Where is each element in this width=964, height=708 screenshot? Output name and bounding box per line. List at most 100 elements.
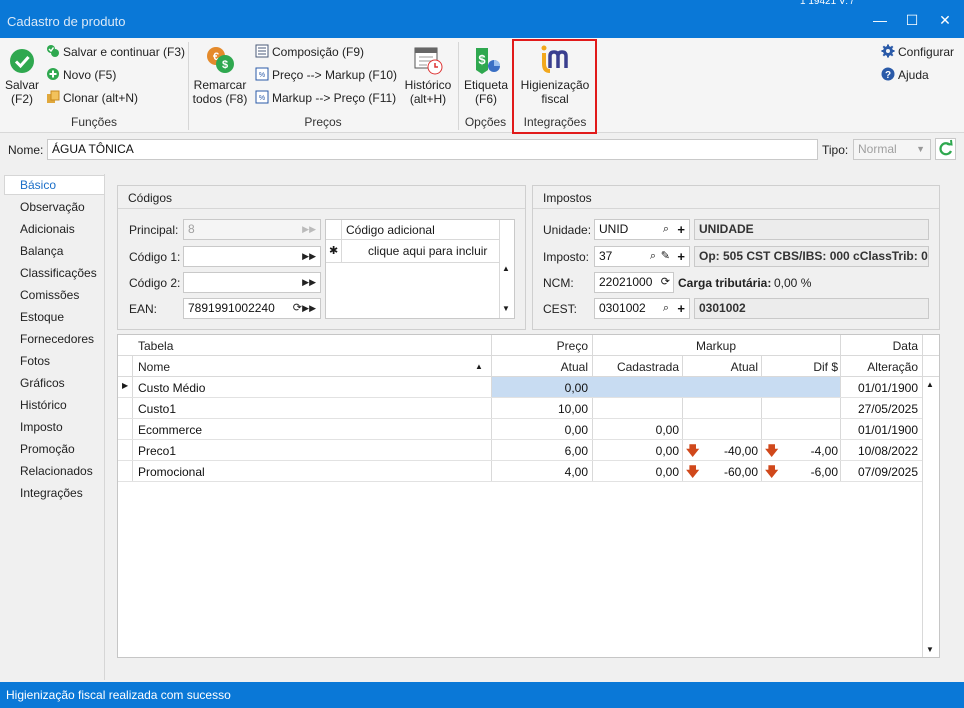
sidebar-item-relacionados[interactable]: Relacionados bbox=[20, 464, 93, 478]
cell-nome: Custo1 bbox=[138, 402, 177, 416]
codigo2-field[interactable]: ▶▶ bbox=[183, 272, 321, 293]
clone-button[interactable]: Clonar (alt+N) bbox=[46, 88, 138, 108]
table-row[interactable]: ▶ Custo Médio 0,00 01/01/1900 bbox=[118, 377, 922, 398]
imposto-description: Op: 505 CST CBS/IBS: 000 cClassTrib: 000… bbox=[694, 246, 929, 267]
column-atual[interactable]: Atual bbox=[492, 360, 588, 374]
carga-tributaria-value: 0,00 % bbox=[774, 276, 812, 290]
impostos-title: Impostos bbox=[543, 191, 592, 205]
ncm-value: 22021000 bbox=[599, 275, 653, 289]
unidade-description: UNIDADE bbox=[694, 219, 929, 240]
codigo-adicional-header: Código adicional bbox=[346, 223, 435, 237]
save-button[interactable]: Salvar (F2) bbox=[4, 48, 40, 106]
cell-dif: -6,00 bbox=[810, 465, 838, 479]
svg-text:?: ? bbox=[885, 70, 891, 81]
principal-value: 8 bbox=[188, 222, 195, 236]
unidade-field[interactable]: UNID ⌕ + bbox=[594, 219, 690, 240]
close-button[interactable]: ✕ bbox=[930, 10, 960, 30]
forward-icon[interactable]: ▶▶ bbox=[302, 273, 316, 292]
tipo-select[interactable]: Normal ▼ bbox=[853, 139, 931, 160]
column-nome[interactable]: Nome bbox=[138, 360, 170, 374]
plus-icon[interactable]: + bbox=[677, 220, 685, 239]
plus-icon[interactable]: + bbox=[677, 247, 685, 266]
panel-divider bbox=[533, 208, 939, 209]
column-dif[interactable]: Dif $ bbox=[763, 360, 838, 374]
refresh-icon[interactable]: ⟳ bbox=[661, 273, 670, 292]
table-row[interactable]: Custo1 10,00 27/05/2025 bbox=[118, 398, 922, 419]
forward-icon[interactable]: ▶▶ bbox=[302, 299, 316, 318]
table-row[interactable]: Ecommerce 0,00 0,00 01/01/1900 bbox=[118, 419, 922, 440]
ncm-field[interactable]: 22021000 ⟳ bbox=[594, 272, 674, 293]
new-button[interactable]: Novo (F5) bbox=[46, 65, 116, 85]
sidebar-item-fornecedores[interactable]: Fornecedores bbox=[20, 332, 94, 346]
sidebar-item-estoque[interactable]: Estoque bbox=[20, 310, 64, 324]
name-label: Nome: bbox=[8, 143, 44, 157]
minimize-button[interactable]: — bbox=[865, 10, 895, 30]
sidebar-item-classificacoes[interactable]: Classificações bbox=[20, 266, 97, 280]
sidebar-item-fotos[interactable]: Fotos bbox=[20, 354, 50, 368]
configurar-button[interactable]: Configurar bbox=[881, 42, 954, 62]
preco-markup-button[interactable]: % Preço --> Markup (F10) bbox=[255, 65, 397, 85]
sidebar-item-adicionais[interactable]: Adicionais bbox=[20, 222, 75, 236]
new-row-star-icon: ✱ bbox=[329, 245, 339, 257]
grid-divider bbox=[341, 220, 342, 262]
sidebar-item-historico[interactable]: Histórico bbox=[20, 398, 67, 412]
new-row-hint[interactable]: clique aqui para incluir bbox=[368, 244, 487, 258]
clone-label: Clonar (alt+N) bbox=[63, 91, 139, 105]
sort-asc-icon: ▲ bbox=[475, 362, 483, 371]
table-row[interactable]: Promocional 4,00 0,00 🡇 -60,00 🡇 -6,00 0… bbox=[118, 461, 922, 482]
composicao-button[interactable]: Composição (F9) bbox=[255, 42, 364, 62]
name-field[interactable]: ÁGUA TÔNICA bbox=[47, 139, 818, 160]
save-continue-button[interactable]: Salvar e continuar (F3) bbox=[46, 42, 185, 62]
sidebar-item-basico[interactable]: Básico bbox=[20, 178, 56, 192]
window-titlebar: Cadastro de produto 1 19421 V: / — ☐ ✕ bbox=[0, 0, 964, 38]
table-row[interactable]: Preco1 6,00 0,00 🡇 -40,00 🡇 -4,00 10/08/… bbox=[118, 440, 922, 461]
etiqueta-button[interactable]: $ Etiqueta (F6) bbox=[461, 44, 511, 106]
imposto-field[interactable]: 37 ⌕ ✎ + bbox=[594, 246, 690, 267]
plus-icon[interactable]: + bbox=[677, 299, 685, 318]
historico-button[interactable]: Histórico (alt+H) bbox=[402, 44, 454, 106]
svg-text:$: $ bbox=[478, 52, 486, 67]
search-icon[interactable]: ⌕ bbox=[663, 220, 669, 239]
ean-field[interactable]: 7891991002240 ⟳ ▶▶ bbox=[183, 298, 321, 319]
search-icon[interactable]: ⌕ bbox=[663, 299, 669, 318]
group-precos-label: Preços bbox=[304, 115, 342, 129]
scroll-down-icon[interactable]: ▼ bbox=[502, 304, 510, 313]
principal-label: Principal: bbox=[129, 223, 179, 237]
codigo1-field[interactable]: ▶▶ bbox=[183, 246, 321, 267]
cest-field[interactable]: 0301002 ⌕ + bbox=[594, 298, 690, 319]
ajuda-button[interactable]: ? Ajuda bbox=[881, 65, 929, 85]
forward-icon[interactable]: ▶▶ bbox=[302, 247, 316, 266]
sidebar-item-graficos[interactable]: Gráficos bbox=[20, 376, 65, 390]
column-alteracao[interactable]: Alteração bbox=[840, 360, 918, 374]
imposto-label: Imposto: bbox=[543, 250, 590, 264]
column-cadastrada[interactable]: Cadastrada bbox=[593, 360, 679, 374]
markup-preco-button[interactable]: % Markup --> Preço (F11) bbox=[255, 88, 396, 108]
maximize-button[interactable]: ☐ bbox=[897, 10, 927, 30]
refresh-button[interactable] bbox=[935, 138, 956, 160]
edit-icon[interactable]: ✎ bbox=[661, 247, 670, 266]
search-icon[interactable]: ⌕ bbox=[650, 247, 656, 266]
refresh-icon[interactable]: ⟳ bbox=[293, 299, 302, 318]
scroll-down-icon[interactable]: ▼ bbox=[926, 645, 934, 654]
scroll-up-icon[interactable]: ▲ bbox=[502, 264, 510, 273]
codigos-panel: Códigos Principal: 8 ▶▶ Código 1: ▶▶ Cód… bbox=[117, 185, 526, 330]
save-label: Salvar (F2) bbox=[4, 78, 39, 106]
sidebar-item-imposto[interactable]: Imposto bbox=[20, 420, 63, 434]
sidebar-item-observacao[interactable]: Observação bbox=[20, 200, 85, 214]
column-markup-atual[interactable]: Atual bbox=[683, 360, 758, 374]
sidebar-item-balanca[interactable]: Balança bbox=[20, 244, 63, 258]
integracoes-highlight-box bbox=[512, 39, 597, 134]
sidebar-item-promocao[interactable]: Promoção bbox=[20, 442, 75, 456]
codigo-adicional-grid[interactable]: Código adicional ✱ clique aqui para incl… bbox=[325, 219, 515, 319]
remarcar-button[interactable]: € $ Remarcar todos (F8) bbox=[192, 44, 248, 106]
sidebar-item-integracoes[interactable]: Integrações bbox=[20, 486, 83, 500]
preco-markup-label: Preço --> Markup (F10) bbox=[272, 68, 398, 82]
grid-header: Código adicional bbox=[326, 220, 499, 240]
scroll-up-icon[interactable]: ▲ bbox=[926, 380, 934, 389]
check-icon bbox=[10, 49, 34, 73]
ean-value: 7891991002240 bbox=[188, 301, 275, 315]
price-table[interactable]: Tabela Preço Markup Data Nome ▲ Atual Ca… bbox=[117, 334, 940, 658]
cell-markup-atual: -60,00 bbox=[723, 465, 758, 479]
codigos-title: Códigos bbox=[128, 191, 173, 205]
sidebar-item-comissoes[interactable]: Comissões bbox=[20, 288, 79, 302]
